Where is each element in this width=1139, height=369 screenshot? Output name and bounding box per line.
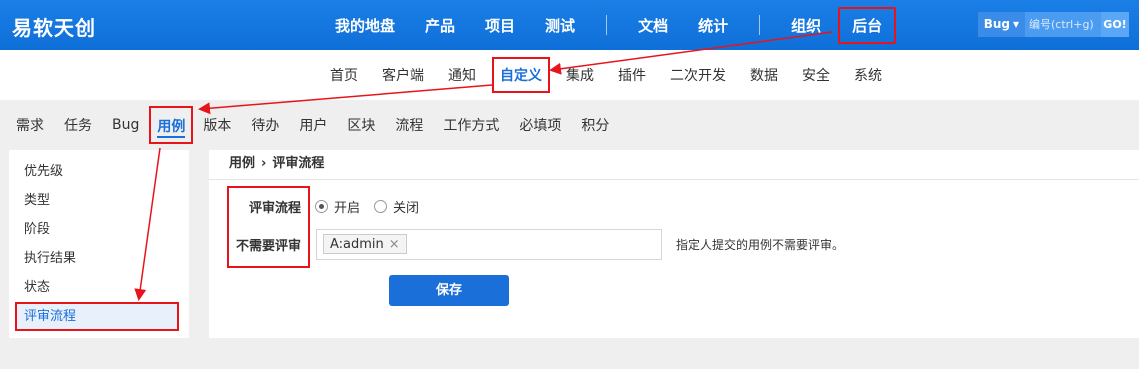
sidebar-item-result[interactable]: 执行结果 <box>9 244 189 273</box>
noreview-hint: 指定人提交的用例不需要评审。 <box>676 237 845 252</box>
nav-divider <box>759 15 761 35</box>
radio-on-label[interactable]: 开启 <box>334 197 360 216</box>
sidebar-item-stage[interactable]: 阶段 <box>9 215 189 244</box>
brand-logo[interactable]: 易软天创 <box>12 12 96 41</box>
tab-block[interactable]: 区块 <box>337 115 385 135</box>
tab-score[interactable]: 积分 <box>571 115 619 135</box>
user-chip: A:admin × <box>323 234 407 254</box>
breadcrumb-parent[interactable]: 用例 <box>229 156 255 171</box>
radio-off-icon[interactable] <box>374 199 388 213</box>
review-label: 评审流程 <box>248 200 301 216</box>
subnav-data[interactable]: 数据 <box>738 65 790 85</box>
nav-stats[interactable]: 统计 <box>683 15 743 36</box>
breadcrumb: 用例 › 评审流程 <box>209 150 1139 180</box>
nav-admin[interactable]: 后台 <box>838 6 897 44</box>
tab-todo[interactable]: 待办 <box>241 115 289 135</box>
search-type-label: Bug <box>983 17 1010 31</box>
caret-down-icon: ▾ <box>1012 17 1019 31</box>
tab-bug[interactable]: Bug <box>102 117 149 133</box>
nav-test[interactable]: 测试 <box>530 15 590 36</box>
user-picker[interactable]: A:admin × <box>316 228 662 260</box>
nav-product[interactable]: 产品 <box>410 15 470 36</box>
tab-user[interactable]: 用户 <box>289 115 337 135</box>
sidebar: 优先级 类型 阶段 执行结果 状态 评审流程 <box>9 150 189 338</box>
search-box: Bug ▾ 编号(ctrl+g) GO! <box>977 12 1129 37</box>
search-input[interactable]: 编号(ctrl+g) <box>1025 12 1101 37</box>
search-type-select[interactable]: Bug ▾ <box>977 12 1025 37</box>
top-bar: 易软天创 我的地盘 产品 项目 测试 文档 统计 组织 后台 Bug ▾ 编号(… <box>0 0 1139 50</box>
subnav-home[interactable]: 首页 <box>318 65 370 85</box>
radio-off-label[interactable]: 关闭 <box>393 197 419 216</box>
search-go-button[interactable]: GO! <box>1101 12 1129 37</box>
tab-required[interactable]: 必填项 <box>509 115 571 135</box>
sidebar-item-priority[interactable]: 优先级 <box>9 157 189 186</box>
tab-task[interactable]: 任务 <box>54 115 102 135</box>
tab-story[interactable]: 需求 <box>6 115 54 135</box>
radio-on-icon[interactable] <box>315 199 328 213</box>
sub-nav: 首页 客户端 通知 自定义 集成 插件 二次开发 数据 安全 系统 <box>0 50 1139 100</box>
chevron-right-icon: › <box>261 156 267 171</box>
main-panel: 用例 › 评审流程 评审流程 开启 关闭 不需要评审 A:admin × 指定人提交… <box>209 150 1139 338</box>
save-button[interactable]: 保存 <box>389 275 509 306</box>
nav-org[interactable]: 组织 <box>776 15 836 36</box>
subnav-system[interactable]: 系统 <box>842 65 894 85</box>
subnav-client[interactable]: 客户端 <box>370 65 436 85</box>
sidebar-item-status[interactable]: 状态 <box>9 273 189 302</box>
user-chip-label: A:admin <box>330 236 384 252</box>
nav-project[interactable]: 项目 <box>470 15 530 36</box>
main-nav: 我的地盘 产品 项目 测试 文档 统计 组织 后台 <box>320 0 897 50</box>
review-row: 评审流程 开启 关闭 <box>209 191 419 221</box>
subnav-notify[interactable]: 通知 <box>436 65 488 85</box>
close-icon[interactable]: × <box>389 237 400 252</box>
subnav-plugin[interactable]: 插件 <box>606 65 658 85</box>
tab-work-mode[interactable]: 工作方式 <box>433 115 509 135</box>
subnav-dev[interactable]: 二次开发 <box>658 65 738 85</box>
radio-off[interactable]: 关闭 <box>374 197 419 216</box>
nav-my-dashboard[interactable]: 我的地盘 <box>320 15 410 36</box>
tab-testcase[interactable]: 用例 <box>149 106 194 144</box>
module-tabs: 需求 任务 Bug 用例 版本 待办 用户 区块 流程 工作方式 必填项 积分 <box>0 100 1139 150</box>
nav-divider <box>606 15 608 35</box>
subnav-security[interactable]: 安全 <box>790 65 842 85</box>
sidebar-item-type[interactable]: 类型 <box>9 186 189 215</box>
noreview-row: 不需要评审 A:admin × 指定人提交的用例不需要评审。 <box>209 228 845 260</box>
tab-build[interactable]: 版本 <box>193 115 241 135</box>
subnav-integration[interactable]: 集成 <box>554 65 606 85</box>
noreview-label: 不需要评审 <box>235 238 301 254</box>
sidebar-item-review[interactable]: 评审流程 <box>15 302 179 331</box>
radio-on[interactable]: 开启 <box>315 197 360 216</box>
tab-flow[interactable]: 流程 <box>385 115 433 135</box>
breadcrumb-current: 评审流程 <box>272 156 325 171</box>
nav-doc[interactable]: 文档 <box>623 15 683 36</box>
subnav-custom[interactable]: 自定义 <box>492 57 550 93</box>
